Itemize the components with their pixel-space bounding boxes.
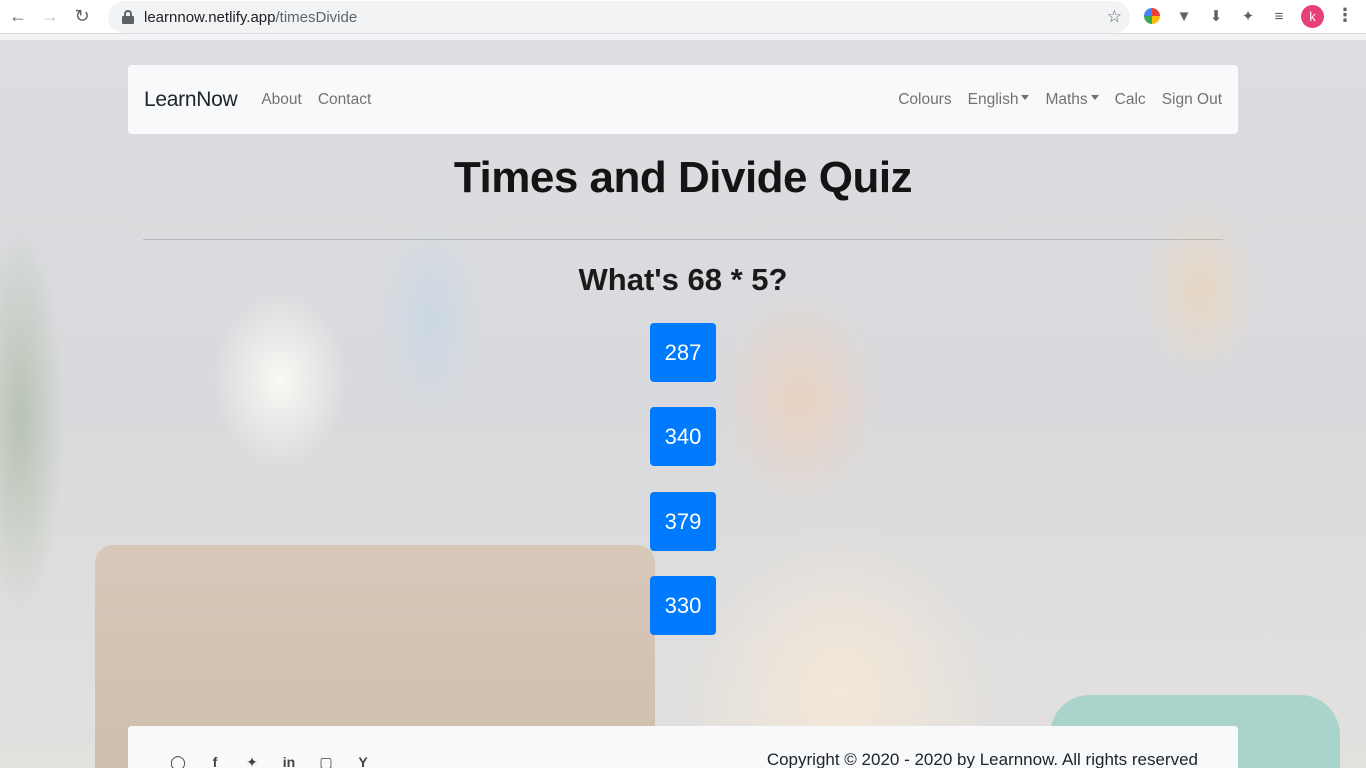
media-playlist-icon[interactable]: ≡ xyxy=(1268,5,1290,27)
profile-avatar[interactable]: k xyxy=(1301,5,1324,28)
instagram-icon[interactable]: ▢ xyxy=(316,753,336,768)
page-background: LearnNow About Contact Colours English M… xyxy=(0,40,1366,768)
url-host: learnnow.netlify.app xyxy=(144,8,276,26)
back-arrow-icon[interactable]: ← xyxy=(4,3,32,31)
social-links: ◯ f ✦ in ▢ Y xyxy=(168,753,390,768)
lock-icon xyxy=(122,10,134,24)
brand-logo[interactable]: LearnNow xyxy=(144,88,238,112)
nav-link-about[interactable]: About xyxy=(261,91,302,109)
color-picker-extension-icon[interactable] xyxy=(1141,5,1163,27)
page-footer: ◯ f ✦ in ▢ Y Copyright © 2020 - 2020 by … xyxy=(128,726,1238,768)
reload-icon[interactable]: ↻ xyxy=(68,3,96,31)
ycombinator-icon[interactable]: Y xyxy=(353,753,373,768)
caret-down-icon xyxy=(1021,94,1030,100)
nav-link-calc[interactable]: Calc xyxy=(1115,91,1146,109)
copyright-text: Copyright © 2020 - 2020 by Learnnow. All… xyxy=(766,750,1198,768)
nav-link-colours[interactable]: Colours xyxy=(898,91,951,109)
browser-menu-icon[interactable]: ⋮ xyxy=(1336,5,1354,26)
nav-link-contact[interactable]: Contact xyxy=(318,91,371,109)
quiz-question: What's 68 * 5? xyxy=(578,262,788,297)
github-icon[interactable]: ◯ xyxy=(168,753,188,768)
caret-down-icon xyxy=(1090,94,1099,100)
bookmark-star-icon[interactable]: ☆ xyxy=(1107,7,1122,27)
title-divider xyxy=(143,239,1223,240)
answer-button-3[interactable]: 379 xyxy=(650,492,716,551)
nav-dropdown-english-label: English xyxy=(967,90,1019,108)
main-navbar: LearnNow About Contact Colours English M… xyxy=(128,65,1238,134)
nav-dropdown-english[interactable]: English xyxy=(968,91,1030,109)
nav-right-group: Colours English Maths Calc Sign Out xyxy=(882,91,1222,109)
page-title: Times and Divide Quiz xyxy=(453,153,913,202)
vue-devtools-extension-icon[interactable]: ▼ xyxy=(1173,5,1195,27)
nav-dropdown-maths[interactable]: Maths xyxy=(1045,90,1099,109)
url-path: /timesDivide xyxy=(275,8,358,26)
browser-toolbar: ← → ↻ learnnow.netlify.app/timesDivide ☆… xyxy=(0,0,1366,34)
facebook-icon[interactable]: f xyxy=(205,753,225,768)
answer-button-1[interactable]: 287 xyxy=(650,323,716,382)
linkedin-icon[interactable]: in xyxy=(279,753,299,768)
answer-button-2[interactable]: 340 xyxy=(650,407,716,466)
extensions-puzzle-icon[interactable]: ✦ xyxy=(1237,5,1259,27)
forward-arrow-icon[interactable]: → xyxy=(36,3,64,31)
nav-dropdown-maths-label: Maths xyxy=(1045,90,1088,108)
nav-link-sign-out[interactable]: Sign Out xyxy=(1162,91,1222,109)
address-bar[interactable]: learnnow.netlify.app/timesDivide ☆ xyxy=(108,1,1130,33)
download-extension-icon[interactable]: ⬇ xyxy=(1205,5,1227,27)
answer-button-4[interactable]: 330 xyxy=(650,576,716,635)
twitter-icon[interactable]: ✦ xyxy=(242,753,262,768)
